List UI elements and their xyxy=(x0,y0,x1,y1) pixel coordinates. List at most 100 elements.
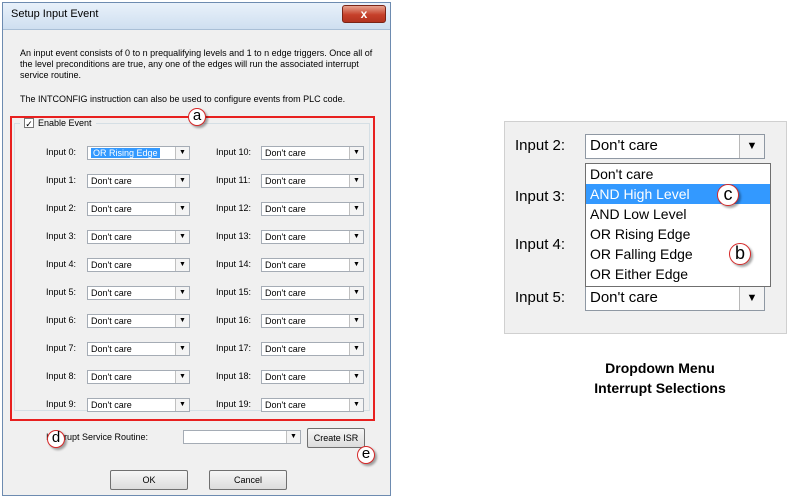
title-bar: Setup Input Event x xyxy=(3,3,390,30)
option-or-rising-edge[interactable]: OR Rising Edge xyxy=(586,224,770,244)
input-dropdown[interactable]: Don't care ▼ xyxy=(261,286,364,300)
option-dont-care[interactable]: Don't care xyxy=(586,164,770,184)
chevron-down-icon: ▼ xyxy=(175,259,189,271)
input-dropdown[interactable]: Don't care ▼ xyxy=(87,342,190,356)
input-label: Input 18: xyxy=(216,371,252,381)
zoom-input4-label: Input 4: xyxy=(515,236,566,253)
close-icon: x xyxy=(360,7,368,21)
input-dropdown[interactable]: Don't care ▼ xyxy=(261,370,364,384)
chevron-down-icon: ▼ xyxy=(349,287,363,299)
input-dropdown[interactable]: Don't care ▼ xyxy=(261,146,364,160)
input-dropdown-value: Don't care xyxy=(265,148,306,158)
input-label: Input 16: xyxy=(216,315,252,325)
option-and-high-level[interactable]: AND High Level xyxy=(586,184,770,204)
close-button[interactable]: x xyxy=(342,5,386,23)
input-dropdown-value: Don't care xyxy=(265,400,306,410)
input-label: Input 12: xyxy=(216,203,252,213)
input-dropdown-value: Don't care xyxy=(265,344,306,354)
input-dropdown-value: Don't care xyxy=(91,400,132,410)
callout-c: c xyxy=(717,184,739,206)
input-dropdown-value: Don't care xyxy=(265,176,306,186)
chevron-down-icon: ▼ xyxy=(175,203,189,215)
input-dropdown[interactable]: Don't care ▼ xyxy=(261,258,364,272)
callout-e: e xyxy=(357,446,375,464)
callout-a: a xyxy=(188,108,206,126)
input-dropdown-value: Don't care xyxy=(265,288,306,298)
zoom-input2-label: Input 2: xyxy=(515,137,566,154)
input-dropdown[interactable]: Don't care ▼ xyxy=(87,398,190,412)
input-dropdown[interactable]: Don't care ▼ xyxy=(87,174,190,188)
input-dropdown-value: Don't care xyxy=(265,260,306,270)
input-dropdown-value: Don't care xyxy=(91,372,132,382)
caption-line-2: Interrupt Selections xyxy=(594,380,726,396)
ok-button[interactable]: OK xyxy=(110,470,188,490)
zoom-input2-dropdown[interactable]: Don't care ▼ xyxy=(585,134,765,159)
input-dropdown-value: OR Rising Edge xyxy=(91,148,160,158)
chevron-down-icon: ▼ xyxy=(175,287,189,299)
zoom-input2-value: Don't care xyxy=(590,137,658,154)
input-dropdown[interactable]: Don't care ▼ xyxy=(261,342,364,356)
chevron-down-icon: ▼ xyxy=(349,147,363,159)
input-label: Input 7: xyxy=(46,343,77,353)
create-isr-button[interactable]: Create ISR xyxy=(307,428,365,448)
callout-b: b xyxy=(729,243,751,265)
input-dropdown-value: Don't care xyxy=(265,372,306,382)
input-dropdown[interactable]: Don't care ▼ xyxy=(87,286,190,300)
input-label: Input 9: xyxy=(46,399,77,409)
input-label: Input 14: xyxy=(216,259,252,269)
input-label: Input 0: xyxy=(46,147,77,157)
chevron-down-icon: ▼ xyxy=(175,371,189,383)
input-dropdown[interactable]: Don't care ▼ xyxy=(87,314,190,328)
enable-event-checkbox-row[interactable]: ✓ Enable Event xyxy=(20,118,96,129)
input-dropdown-value: Don't care xyxy=(91,204,132,214)
zoom-input5-dropdown[interactable]: Don't care ▼ xyxy=(585,286,765,311)
chevron-down-icon: ▼ xyxy=(286,431,300,443)
enable-event-label: Enable Event xyxy=(38,118,92,128)
chevron-down-icon: ▼ xyxy=(349,371,363,383)
input-label: Input 6: xyxy=(46,315,77,325)
input-label: Input 2: xyxy=(46,203,77,213)
dropdown-options-list[interactable]: Don't care AND High Level AND Low Level … xyxy=(585,163,771,287)
enable-event-checkbox[interactable]: ✓ xyxy=(24,118,34,129)
chevron-down-icon: ▼ xyxy=(739,135,764,158)
input-dropdown[interactable]: Don't care ▼ xyxy=(261,202,364,216)
chevron-down-icon: ▼ xyxy=(175,399,189,411)
input-dropdown-value: Don't care xyxy=(91,176,132,186)
chevron-down-icon: ▼ xyxy=(175,315,189,327)
option-and-low-level[interactable]: AND Low Level xyxy=(586,204,770,224)
input-label: Input 15: xyxy=(216,287,252,297)
chevron-down-icon: ▼ xyxy=(739,287,764,310)
input-dropdown-value: Don't care xyxy=(265,316,306,326)
input-dropdown-value: Don't care xyxy=(91,260,132,270)
input-label: Input 10: xyxy=(216,147,252,157)
zoom-input3-label: Input 3: xyxy=(515,188,566,205)
chevron-down-icon: ▼ xyxy=(349,343,363,355)
input-dropdown[interactable]: Don't care ▼ xyxy=(261,398,364,412)
input-dropdown[interactable]: Don't care ▼ xyxy=(261,314,364,328)
input-dropdown-value: Don't care xyxy=(91,344,132,354)
chevron-down-icon: ▼ xyxy=(349,203,363,215)
option-or-either-edge[interactable]: OR Either Edge xyxy=(586,264,770,284)
input-dropdown[interactable]: Don't care ▼ xyxy=(261,230,364,244)
caption-line-1: Dropdown Menu xyxy=(605,360,715,376)
input-label: Input 1: xyxy=(46,175,77,185)
input-label: Input 3: xyxy=(46,231,77,241)
intconfig-note: The INTCONFIG instruction can also be us… xyxy=(20,94,346,104)
input-label: Input 5: xyxy=(46,287,77,297)
input-label: Input 17: xyxy=(216,343,252,353)
zoom-input5-value: Don't care xyxy=(590,289,658,306)
isr-dropdown[interactable]: ▼ xyxy=(183,430,301,444)
input-dropdown[interactable]: OR Rising Edge ▼ xyxy=(87,146,190,160)
input-dropdown[interactable]: Don't care ▼ xyxy=(261,174,364,188)
input-dropdown[interactable]: Don't care ▼ xyxy=(87,370,190,384)
input-label: Input 8: xyxy=(46,371,77,381)
chevron-down-icon: ▼ xyxy=(175,175,189,187)
chevron-down-icon: ▼ xyxy=(349,231,363,243)
input-dropdown[interactable]: Don't care ▼ xyxy=(87,258,190,272)
cancel-button[interactable]: Cancel xyxy=(209,470,287,490)
input-dropdown-value: Don't care xyxy=(91,288,132,298)
input-label: Input 19: xyxy=(216,399,252,409)
input-dropdown[interactable]: Don't care ▼ xyxy=(87,202,190,216)
chevron-down-icon: ▼ xyxy=(349,315,363,327)
input-dropdown[interactable]: Don't care ▼ xyxy=(87,230,190,244)
